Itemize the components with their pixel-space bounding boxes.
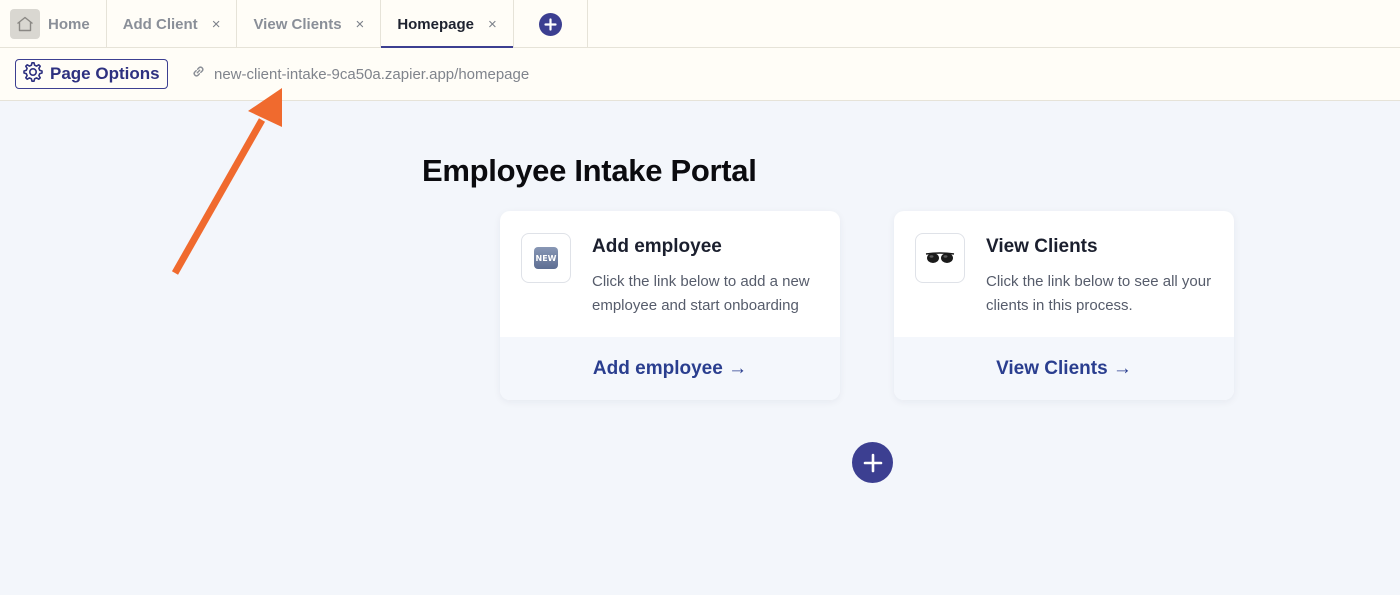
card-title: Add employee bbox=[592, 236, 722, 257]
view-clients-link[interactable]: View Clients → bbox=[996, 358, 1132, 380]
add-tab-button[interactable] bbox=[514, 0, 588, 48]
close-icon[interactable]: × bbox=[356, 16, 365, 33]
new-badge-icon: NEW bbox=[521, 233, 571, 283]
tab-home[interactable]: Home bbox=[0, 0, 107, 48]
page-url[interactable]: new-client-intake-9ca50a.zapier.app/home… bbox=[191, 64, 529, 84]
close-icon[interactable]: × bbox=[488, 16, 497, 33]
home-icon bbox=[10, 9, 40, 39]
card-description: Click the link below to see all your cli… bbox=[986, 273, 1212, 314]
page-options-button[interactable]: Page Options bbox=[15, 59, 168, 89]
new-badge-label: NEW bbox=[534, 247, 558, 269]
card-description: Click the link below to add a new employ… bbox=[592, 273, 810, 314]
tab-bar: Home Add Client × View Clients × Homepag… bbox=[0, 0, 1400, 49]
page-options-label: Page Options bbox=[50, 64, 160, 83]
link-icon bbox=[191, 64, 206, 84]
tab-homepage[interactable]: Homepage × bbox=[381, 0, 514, 49]
add-employee-card: NEW Add employee Click the link below to… bbox=[500, 211, 840, 400]
page-title: Employee Intake Portal bbox=[422, 153, 757, 188]
page-options-bar: Page Options new-client-intake-9ca50a.za… bbox=[0, 48, 1400, 101]
view-clients-card: View Clients Click the link below to see… bbox=[894, 211, 1234, 400]
card-footer: View Clients → bbox=[894, 337, 1234, 400]
tab-label: Home bbox=[48, 15, 90, 33]
add-employee-link[interactable]: Add employee → bbox=[593, 358, 747, 380]
close-icon[interactable]: × bbox=[212, 16, 221, 33]
gear-icon bbox=[22, 61, 44, 88]
tab-label: Homepage bbox=[397, 15, 474, 33]
url-text: new-client-intake-9ca50a.zapier.app/home… bbox=[214, 65, 530, 83]
tab-add-client[interactable]: Add Client × bbox=[107, 0, 238, 48]
add-section-button[interactable] bbox=[852, 442, 893, 483]
card-title: View Clients bbox=[986, 236, 1098, 257]
card-footer: Add employee → bbox=[500, 337, 840, 400]
tab-label: View Clients bbox=[253, 15, 342, 33]
tab-view-clients[interactable]: View Clients × bbox=[237, 0, 382, 48]
tab-label: Add Client bbox=[122, 15, 198, 33]
plus-icon bbox=[538, 12, 562, 36]
glasses-icon bbox=[915, 233, 965, 283]
